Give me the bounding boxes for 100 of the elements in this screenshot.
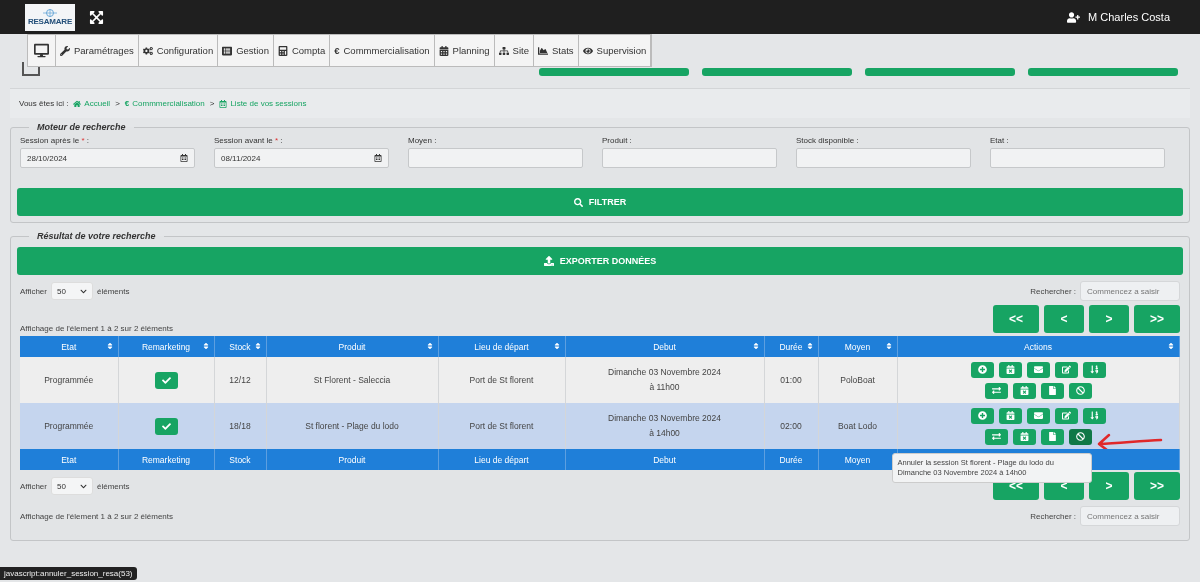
- upload-icon: [543, 256, 554, 266]
- action-button[interactable]: [1068, 428, 1092, 445]
- area-chart-icon: [537, 45, 548, 56]
- action-button[interactable]: [998, 361, 1022, 378]
- column-header[interactable]: Lieu de départ: [438, 336, 565, 357]
- menu-tab[interactable]: Stats: [533, 35, 579, 66]
- action-button[interactable]: [1012, 428, 1036, 445]
- input-field[interactable]: [796, 148, 971, 168]
- pagination-button[interactable]: >: [1089, 472, 1129, 500]
- column-header[interactable]: Remarketing: [118, 336, 214, 357]
- input-field[interactable]: [408, 148, 583, 168]
- column-header[interactable]: Produit: [266, 336, 438, 357]
- menu-tab[interactable]: Compta: [273, 35, 331, 66]
- action-button[interactable]: [1026, 361, 1050, 378]
- list-icon: [222, 45, 233, 56]
- cancel-icon: [1075, 432, 1085, 441]
- calendar-icon: [1019, 386, 1029, 395]
- breadcrumb-link[interactable]: Accueil: [73, 99, 111, 108]
- menu-tab[interactable]: Paramétrages: [56, 35, 139, 66]
- expand-icon[interactable]: [89, 9, 104, 25]
- breadcrumb-link[interactable]: € Commmercialisation: [124, 99, 205, 108]
- pagination-button[interactable]: >>: [1134, 472, 1180, 500]
- date-field[interactable]: 08/11/2024: [214, 148, 389, 168]
- menu-tab[interactable]: Configuration: [138, 35, 219, 66]
- remarketing-checkbox[interactable]: [154, 417, 178, 435]
- column-header[interactable]: Etat: [20, 336, 118, 357]
- breadcrumb-separator: >: [209, 99, 215, 108]
- column-header[interactable]: Actions: [897, 336, 1179, 357]
- sort-icon: [552, 342, 561, 350]
- action-button[interactable]: [1012, 382, 1036, 399]
- action-button[interactable]: [1082, 407, 1106, 424]
- length-label: éléments: [97, 481, 130, 491]
- pagination-button[interactable]: <: [1044, 305, 1084, 333]
- calculator-icon: [277, 45, 288, 56]
- column-header[interactable]: Durée: [764, 336, 818, 357]
- action-button[interactable]: [970, 407, 994, 424]
- search-field[interactable]: Commencez a saisir: [1080, 506, 1180, 526]
- action-button[interactable]: [1082, 361, 1106, 378]
- input-field[interactable]: [990, 148, 1165, 168]
- field-label: Session après le * :: [20, 136, 90, 145]
- chevron-icon: [80, 287, 87, 295]
- breadcrumb-separator: >: [115, 99, 120, 108]
- column-footer: Remarketing: [118, 449, 214, 470]
- action-button[interactable]: [984, 428, 1008, 445]
- calendar-icon: [1005, 411, 1015, 420]
- action-button[interactable]: [1040, 382, 1064, 399]
- monitor-icon: [34, 43, 49, 58]
- length-select[interactable]: 50: [51, 477, 93, 495]
- date-field[interactable]: 28/10/2024: [20, 148, 195, 168]
- panel-legend: Résultat de votre recherche: [29, 231, 164, 241]
- menu-tab[interactable]: Gestion: [218, 35, 274, 66]
- envelope-icon: [1033, 365, 1043, 374]
- field-label: Moyen :: [408, 136, 438, 145]
- envelope-icon: [1033, 411, 1043, 420]
- action-button[interactable]: [998, 407, 1022, 424]
- sort-icon: [253, 342, 262, 350]
- action-button[interactable]: [1068, 382, 1092, 399]
- column-header[interactable]: Debut: [565, 336, 764, 357]
- eye-icon: [582, 45, 593, 56]
- search-label: Rechercher :: [1030, 286, 1076, 296]
- user-name[interactable]: M Charles Costa: [1088, 11, 1170, 23]
- column-footer: Lieu de départ: [438, 449, 565, 470]
- input-field[interactable]: [602, 148, 777, 168]
- sort-icon: [884, 342, 893, 350]
- remarketing-checkbox[interactable]: [154, 371, 178, 389]
- sort-icon: [1089, 411, 1099, 420]
- column-footer: Stock: [214, 449, 266, 470]
- pagination-button[interactable]: <<: [993, 305, 1039, 333]
- breadcrumb-link[interactable]: Liste de vos sessions: [219, 99, 307, 108]
- filter-button[interactable]: FILTRER: [17, 188, 1183, 216]
- pagination-button[interactable]: >>: [1134, 305, 1180, 333]
- length-select[interactable]: 50: [51, 282, 93, 300]
- field-label: Stock disponible :: [796, 136, 860, 145]
- action-button[interactable]: [1040, 428, 1064, 445]
- logo[interactable]: RESAMARE: [25, 3, 75, 31]
- column-header[interactable]: Stock: [214, 336, 266, 357]
- sort-icon: [1166, 342, 1175, 350]
- export-button[interactable]: EXPORTER DONNÉES: [17, 247, 1183, 275]
- user-plus-icon[interactable]: [1067, 10, 1081, 24]
- home-icon: [73, 99, 82, 108]
- column-footer: Etat: [20, 449, 118, 470]
- calendar-icon: [438, 45, 449, 56]
- table-row[interactable]: Programmée 12/12 St Florent - Saleccia Port de St florent Dimanche 03 Novembre 2024 à 11h00 01:00 PoloBoat: [20, 357, 1179, 403]
- menu-tab[interactable]: Planning: [434, 35, 495, 66]
- length-label: Afficher: [20, 481, 47, 491]
- menu-tab[interactable]: Site: [494, 35, 534, 66]
- cancel-icon: [1075, 386, 1085, 395]
- menu-tab[interactable]: Supervision: [578, 35, 652, 66]
- action-button[interactable]: [970, 361, 994, 378]
- column-header[interactable]: Moyen: [818, 336, 897, 357]
- action-button[interactable]: [984, 382, 1008, 399]
- action-button[interactable]: [1054, 407, 1078, 424]
- menu-tab[interactable]: € Commmercialisation: [330, 35, 435, 66]
- calendar-icon: [374, 154, 382, 162]
- page-icon: [22, 62, 40, 76]
- search-field[interactable]: Commencez a saisir: [1080, 281, 1180, 301]
- action-button[interactable]: [1054, 361, 1078, 378]
- action-button[interactable]: [1026, 407, 1050, 424]
- exchange-icon: [991, 386, 1001, 395]
- pagination-button[interactable]: >: [1089, 305, 1129, 333]
